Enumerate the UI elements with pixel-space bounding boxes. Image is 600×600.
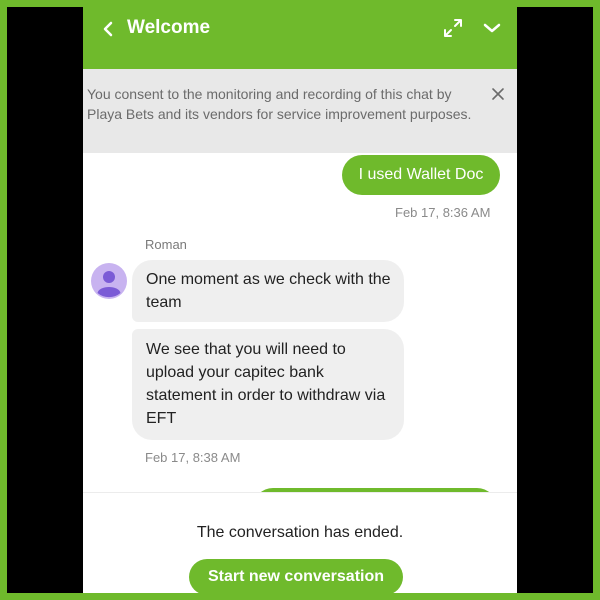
outgoing-message-bubble: I used Wallet Doc [342, 155, 500, 195]
outgoing-message-text: I used Wallet Doc [358, 166, 484, 183]
incoming-message-text: One moment as we check with the team [146, 271, 391, 311]
user-avatar-icon [91, 263, 127, 299]
back-button[interactable] [95, 15, 123, 43]
expand-arrows-icon [444, 19, 462, 37]
message-timestamp: Feb 17, 8:36 AM [395, 205, 491, 220]
message-timestamp: Feb 17, 8:38 AM [145, 450, 241, 465]
sender-name: Roman [145, 237, 187, 252]
consent-text: You consent to the monitoring and record… [87, 86, 472, 122]
consent-banner: You consent to the monitoring and record… [83, 69, 517, 153]
close-icon [492, 88, 504, 100]
agent-avatar [91, 263, 127, 299]
screenshot-frame: Welcome You consent to the monitoring an… [7, 7, 593, 593]
consent-close-button[interactable] [487, 83, 509, 105]
expand-button[interactable] [440, 15, 466, 41]
chat-header: Welcome [83, 7, 517, 69]
incoming-message-text: We see that you will need to upload your… [146, 341, 386, 427]
chat-title: Welcome [127, 17, 211, 38]
chevron-left-icon [103, 21, 113, 37]
start-new-conversation-button[interactable]: Start new conversation [189, 559, 403, 593]
chevron-down-icon [483, 23, 501, 33]
incoming-message-bubble: One moment as we check with the team [132, 260, 404, 322]
conversation-ended-panel: The conversation has ended. Start new co… [83, 492, 517, 593]
conversation-ended-text: The conversation has ended. [196, 524, 404, 541]
collapse-button[interactable] [479, 15, 505, 41]
chat-window: Welcome You consent to the monitoring an… [83, 7, 517, 593]
incoming-message-bubble: We see that you will need to upload your… [132, 329, 404, 440]
